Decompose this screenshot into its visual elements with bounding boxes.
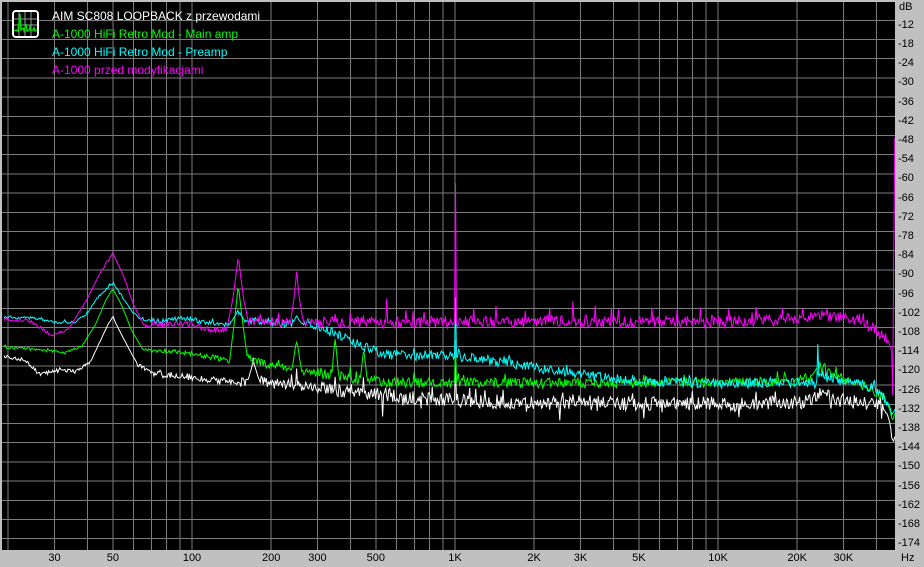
y-tick-label: -54 [898,153,914,166]
grid-lines [2,2,895,550]
x-tick-label: 10K [708,552,728,564]
x-tick-label: 5K [632,552,646,564]
y-tick-label: -156 [898,479,921,492]
x-tick-label: 2K [527,552,541,564]
legend-item-label: A-1000 HiFi Retro Mod - Main amp [52,27,239,41]
x-tick-label: 100 [182,552,202,564]
x-tick-label: 30 [48,552,61,564]
legend-item-label: A-1000 przed modyfikacjami [52,63,204,77]
y-tick-label: -42 [898,114,914,127]
x-tick-label: 3K [573,552,588,564]
y-tick-label: -18 [898,38,914,50]
y-tick-label: -90 [898,268,914,281]
y-tick-label: -132 [898,402,921,415]
y-tick-label: -36 [898,95,914,108]
y-tick-label: -66 [898,191,914,204]
y-tick-label: -72 [898,210,914,223]
y-tick-label: -12 [898,18,914,31]
spectrum-plot [2,2,895,550]
y-tick-label: -168 [898,518,921,530]
legend-item-loopback: AIM SC808 LOOPBACK z przewodami [52,9,260,23]
y-tick-label: -162 [898,498,921,511]
spectrum-analyzer-window: AIM SC808 LOOPBACK z przewodami A-1000 H… [0,0,924,567]
y-tick-label: -24 [898,57,914,70]
y-tick-label: -120 [898,364,921,377]
y-tick-label: -138 [898,422,921,434]
y-tick-label: -48 [898,134,914,146]
y-tick-label: -78 [898,230,914,242]
y-tick-label: -144 [898,441,921,454]
legend-item-main-amp: A-1000 HiFi Retro Mod - Main amp [52,27,238,41]
x-tick-label: 1K [448,552,462,564]
x-tick-label: 500 [366,552,386,564]
y-axis-unit-label: dB [899,1,913,13]
y-tick-label: -174 [898,537,921,550]
x-tick-label: 30K [833,552,854,564]
spectrum-icon[interactable] [12,10,39,38]
y-tick-label: -108 [898,326,921,338]
spectrum-canvas [2,2,895,550]
y-tick-label: -102 [898,306,921,319]
legend-item-label: A-1000 HiFi Retro Mod - Preamp [52,45,228,59]
y-tick-label: -96 [898,287,914,300]
x-tick-label: 50 [106,552,119,564]
y-tick-label: -114 [898,345,920,358]
y-tick-label: -150 [898,460,921,473]
x-tick-label: 300 [308,552,327,564]
y-tick-label: -60 [898,172,914,185]
legend-item-przed-mod: A-1000 przed modyfikacjami [52,63,203,77]
x-axis-unit-label: Hz [901,552,915,564]
y-tick-label: -126 [898,383,921,396]
x-tick-label: 20K [787,552,807,564]
legend-item-preamp: A-1000 HiFi Retro Mod - Preamp [52,45,227,59]
x-tick-label: 200 [261,552,281,564]
spectrum-icon-glyph [13,12,38,36]
y-tick-label: -30 [898,76,914,89]
y-tick-label: -84 [898,249,914,262]
legend-item-label: AIM SC808 LOOPBACK z przewodami [52,9,261,23]
